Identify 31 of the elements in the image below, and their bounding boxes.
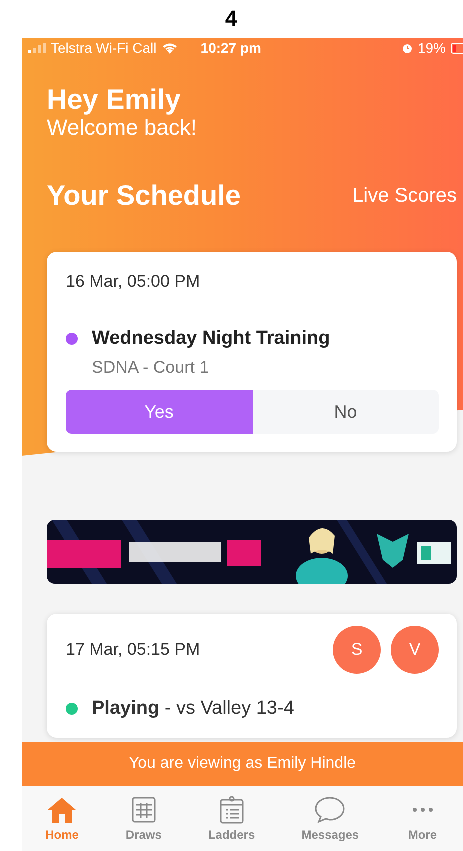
event-location: SDNA - Court 1 (92, 358, 210, 378)
signal-icon (28, 43, 46, 53)
alarm-icon (402, 42, 413, 54)
avatar: V (391, 626, 439, 674)
battery-icon (451, 42, 463, 54)
nav-tab[interactable]: Messages (302, 795, 360, 842)
greeting-subtitle: Welcome back! (47, 116, 198, 140)
avatar: S (333, 626, 381, 674)
battery-percent: 19% (418, 40, 446, 56)
viewing-as-banner: You are viewing as Emily Hindle (22, 742, 463, 786)
live-scores-link[interactable]: Live Scores (352, 184, 457, 208)
speech-bubble-icon (313, 795, 348, 825)
event-card[interactable]: 17 Mar, 05:15 PM S V Playing - vs Valley 13-4 (47, 614, 457, 738)
section-title: Your Schedule (47, 180, 241, 212)
nav-tab[interactable]: Ladders (208, 795, 256, 842)
more-icon (412, 808, 433, 812)
page-number: 4 (224, 5, 239, 33)
event-title: Wednesday Night Training (92, 328, 330, 350)
nav-tab[interactable]: More (406, 795, 440, 842)
event-date: 16 Mar, 05:00 PM (66, 272, 202, 292)
event-card[interactable]: 16 Mar, 05:00 PM Wednesday Night Training SDNA - Court 1 Yes No (47, 252, 457, 452)
rsvp-option[interactable]: No (252, 390, 439, 434)
wifi-icon (162, 42, 178, 54)
nav-tab[interactable]: Draws (126, 795, 162, 842)
greeting-title: Hey Emily (47, 84, 182, 116)
rsvp-option[interactable]: Yes (66, 390, 252, 434)
clock-time: 10:27 pm (200, 40, 262, 56)
carrier-name: Telstra Wi-Fi Call (51, 40, 157, 56)
nav-tab[interactable]: Home (45, 795, 80, 842)
event-date: 17 Mar, 05:15 PM (66, 640, 200, 660)
match-result: Playing - vs Valley 13-4 (92, 698, 294, 720)
